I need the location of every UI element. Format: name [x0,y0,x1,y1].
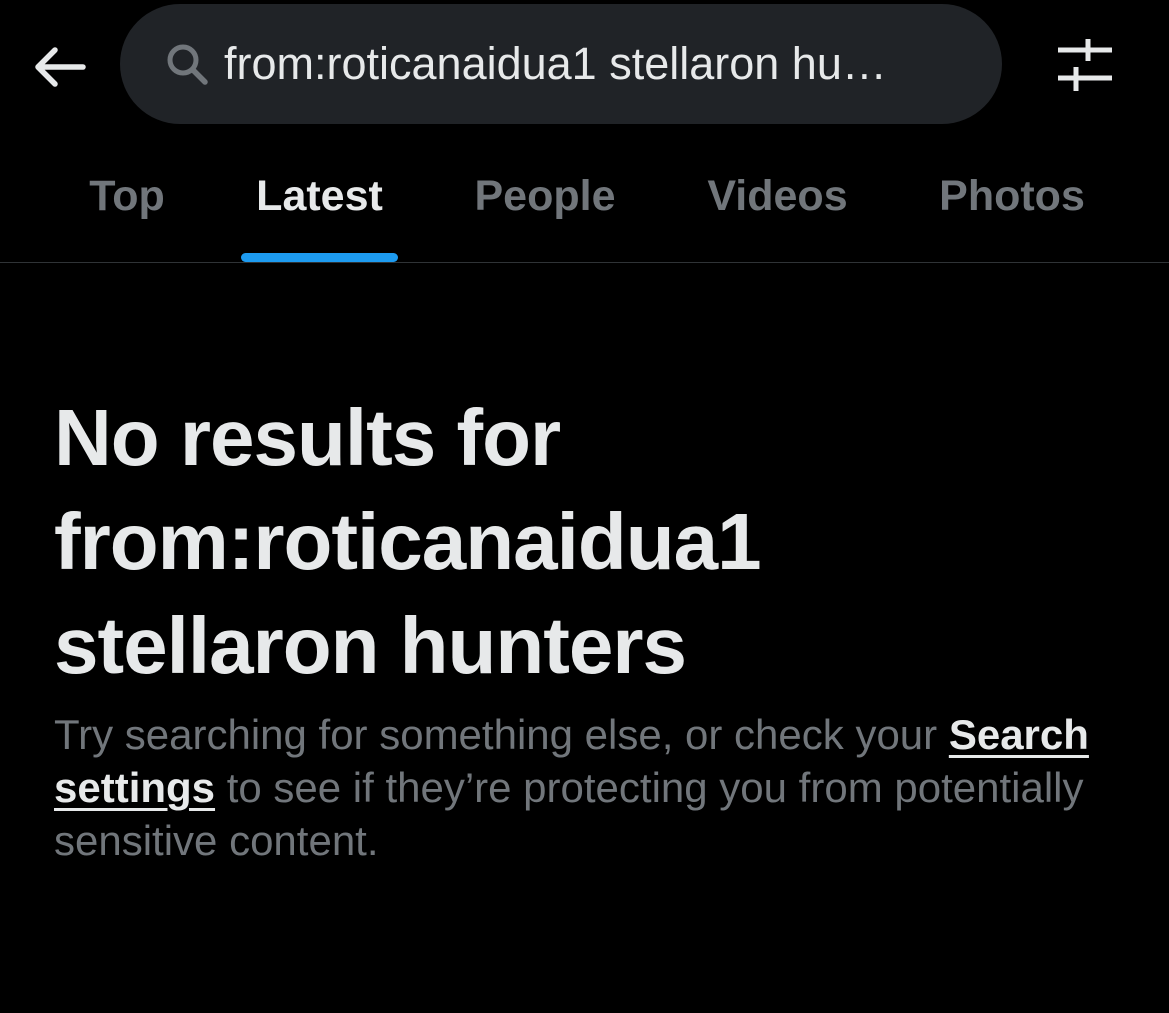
tab-videos[interactable]: Videos [700,130,855,262]
search-input[interactable] [224,38,966,90]
arrow-left-icon [35,47,86,87]
search-tabs: Top Latest People Videos Photos [0,130,1169,262]
no-results-message-text: Try searching for something else, or che… [54,711,949,758]
no-results-title-line: from:roticanaidua1 [54,497,762,586]
back-button[interactable] [28,36,90,98]
tab-photos[interactable]: Photos [932,130,1092,262]
tab-latest[interactable]: Latest [241,130,398,262]
no-results-title-line: No results for [54,393,561,482]
active-tab-indicator [241,253,398,262]
no-results-title-line: stellaron hunters [54,601,687,690]
tab-people[interactable]: People [466,130,624,262]
search-filters-button[interactable] [1052,34,1118,96]
search-icon [164,41,210,87]
tabs-divider [0,262,1169,263]
tab-top[interactable]: Top [86,130,168,262]
no-results-title: No results for from:roticanaidua1 stella… [54,386,1114,698]
sliders-icon [1058,39,1112,91]
no-results-message: Try searching for something else, or che… [54,708,1144,867]
top-bar [0,0,1169,130]
search-field[interactable] [120,4,1002,124]
